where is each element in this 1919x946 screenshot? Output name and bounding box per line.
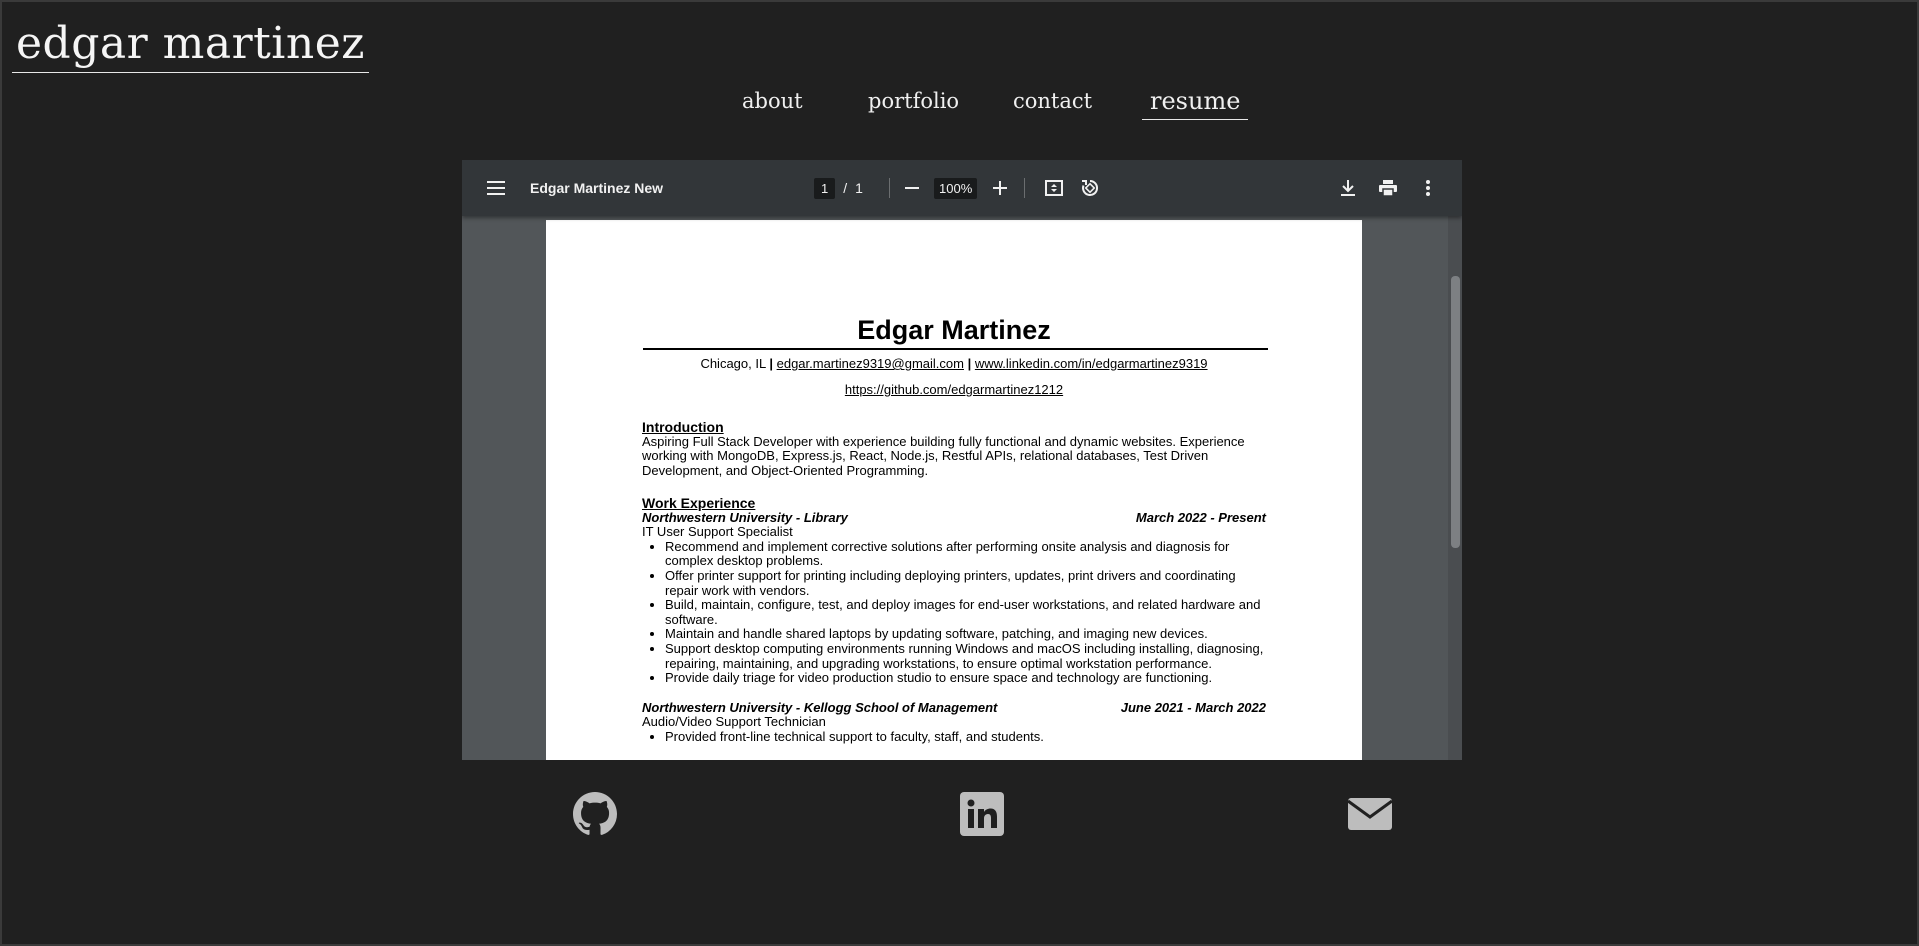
pdf-viewer[interactable]: Edgar Martinez New 1 / 1 100% Edgar Mart… — [462, 160, 1462, 760]
page-separator: / — [843, 180, 848, 196]
intro-heading: Introduction — [642, 419, 724, 435]
page-number-input[interactable]: 1 — [814, 177, 836, 199]
download-icon[interactable] — [1332, 172, 1364, 204]
zoom-in-icon[interactable] — [984, 172, 1016, 204]
linkedin-icon[interactable] — [960, 792, 1004, 836]
job-bullet: Recommend and implement corrective solut… — [665, 539, 1266, 569]
zoom-out-icon[interactable] — [896, 172, 928, 204]
pdf-toolbar: Edgar Martinez New 1 / 1 100% — [462, 160, 1462, 216]
job-bullets: Provided front-line technical support to… — [642, 729, 1266, 745]
job-title: IT User Support Specialist — [642, 524, 793, 540]
email-icon[interactable] — [1346, 792, 1394, 836]
job-title: Audio/Video Support Technician — [642, 714, 826, 730]
contact-separator: | — [967, 356, 972, 371]
zoom-input[interactable]: 100% — [934, 177, 978, 199]
job-header: Northwestern University - Library March … — [642, 509, 1266, 526]
pdf-scrollbar-thumb[interactable] — [1451, 276, 1460, 548]
nav-contact[interactable]: contact — [1013, 87, 1092, 115]
resume-name: Edgar Martinez — [857, 315, 1051, 345]
job-bullet: Provide daily triage for video productio… — [665, 671, 1266, 686]
page-total: 1 — [855, 180, 863, 196]
job-dates: March 2022 - Present — [1135, 509, 1266, 525]
nav-portfolio[interactable]: portfolio — [868, 87, 959, 115]
contact-separator: | — [769, 356, 773, 371]
intro-section: Introduction Aspiring Full Stack Develop… — [642, 420, 1266, 478]
job-header: Northwestern University - Kellogg School… — [642, 699, 1266, 716]
nav-resume[interactable]: resume — [1142, 87, 1249, 120]
github-icon[interactable] — [573, 792, 617, 836]
rotate-icon[interactable] — [1074, 172, 1106, 204]
job-org: Northwestern University - Library — [642, 509, 848, 525]
pdf-scrollbar[interactable] — [1448, 216, 1462, 760]
job-bullet: Support desktop computing environments r… — [665, 641, 1266, 671]
job-bullet: Maintain and handle shared laptops by up… — [665, 627, 1266, 642]
contact-email-link[interactable]: edgar.martinez9319@gmail.com — [777, 356, 964, 371]
work-section: Work Experience Northwestern University … — [642, 496, 1266, 745]
fit-page-icon[interactable] — [1038, 172, 1070, 204]
resume-contact-line: Chicago, IL | edgar.martinez9319@gmail.c… — [546, 356, 1362, 371]
intro-text: Aspiring Full Stack Developer with exper… — [642, 433, 1245, 478]
name-divider — [643, 348, 1268, 350]
nav-about[interactable]: about — [742, 87, 803, 115]
pdf-page: Edgar Martinez Chicago, IL | edgar.marti… — [546, 220, 1362, 760]
job-bullets: Recommend and implement corrective solut… — [642, 539, 1266, 686]
work-heading: Work Experience — [642, 495, 756, 511]
job-bullet: Offer printer support for printing inclu… — [665, 568, 1266, 598]
main-nav: about portfolio contact resume — [2, 84, 1919, 124]
contact-linkedin-link[interactable]: www.linkedin.com/in/edgarmartinez9319 — [975, 356, 1208, 371]
document-title: Edgar Martinez New — [530, 180, 664, 196]
print-icon[interactable] — [1372, 172, 1404, 204]
job-bullet: Provided front-line technical support to… — [665, 729, 1266, 745]
site-title[interactable]: edgar martinez — [12, 18, 369, 73]
contact-location: Chicago, IL — [700, 356, 766, 371]
job-org: Northwestern University - Kellogg School… — [642, 699, 998, 715]
job-dates: June 2021 - March 2022 — [1120, 699, 1266, 715]
more-icon[interactable] — [1412, 172, 1444, 204]
menu-icon[interactable] — [480, 172, 512, 204]
job-bullet: Build, maintain, configure, test, and de… — [665, 597, 1266, 627]
contact-github-link[interactable]: https://github.com/edgarmartinez1212 — [546, 382, 1362, 397]
